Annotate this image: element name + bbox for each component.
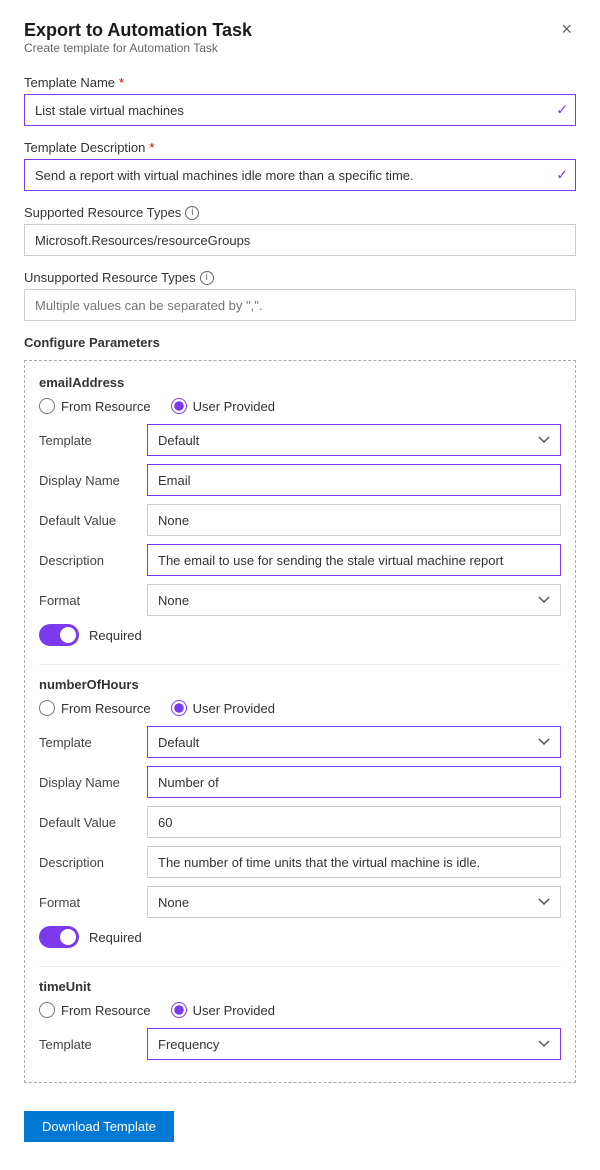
numberof-user-provided-option[interactable]: User Provided <box>171 700 275 716</box>
numberof-user-provided-label: User Provided <box>193 701 275 716</box>
email-format-label: Format <box>39 593 139 608</box>
numberof-display-name-input[interactable] <box>147 766 561 798</box>
info-icon-supported[interactable]: i <box>185 206 199 220</box>
dialog-title: Export to Automation Task <box>24 20 252 41</box>
email-description-input[interactable] <box>147 544 561 576</box>
template-desc-input[interactable] <box>24 159 576 191</box>
numberof-description-label: Description <box>39 855 139 870</box>
email-from-resource-label: From Resource <box>61 399 151 414</box>
numberof-user-provided-radio[interactable] <box>171 700 187 716</box>
email-default-value-input[interactable] <box>147 504 561 536</box>
unsupported-types-label: Unsupported Resource Types i <box>24 270 576 285</box>
unsupported-types-input[interactable] <box>24 289 576 321</box>
numberof-description-input[interactable] <box>147 846 561 878</box>
numberof-from-resource-option[interactable]: From Resource <box>39 700 151 716</box>
numberof-from-resource-radio[interactable] <box>39 700 55 716</box>
email-description-label: Description <box>39 553 139 568</box>
numberof-default-value-label: Default Value <box>39 815 139 830</box>
numberof-toggle-slider <box>39 926 79 948</box>
template-desc-label: Template Description * <box>24 140 576 155</box>
email-template-select[interactable]: Default <box>147 424 561 456</box>
numberof-default-value-input[interactable] <box>147 806 561 838</box>
template-name-label: Template Name * <box>24 75 576 90</box>
email-required-toggle[interactable] <box>39 624 79 646</box>
close-button[interactable]: × <box>557 20 576 38</box>
param-timeunit-name: timeUnit <box>39 979 561 994</box>
email-from-resource-radio[interactable] <box>39 398 55 414</box>
numberof-template-label: Template <box>39 735 139 750</box>
info-icon-unsupported[interactable]: i <box>200 271 214 285</box>
template-name-input[interactable] <box>24 94 576 126</box>
timeunit-from-resource-option[interactable]: From Resource <box>39 1002 151 1018</box>
numberof-required-label: Required <box>89 930 142 945</box>
email-required-label: Required <box>89 628 142 643</box>
timeunit-from-resource-label: From Resource <box>61 1003 151 1018</box>
supported-types-label: Supported Resource Types i <box>24 205 576 220</box>
numberof-template-select[interactable]: Default <box>147 726 561 758</box>
supported-types-input[interactable] <box>24 224 576 256</box>
download-template-button[interactable]: Download Template <box>24 1111 174 1142</box>
param-email-name: emailAddress <box>39 375 561 390</box>
numberof-from-resource-label: From Resource <box>61 701 151 716</box>
required-star: * <box>119 75 124 90</box>
timeunit-template-label: Template <box>39 1037 139 1052</box>
email-default-value-label: Default Value <box>39 513 139 528</box>
timeunit-template-select[interactable]: Frequency <box>147 1028 561 1060</box>
required-star-desc: * <box>149 140 154 155</box>
param-numberof-name: numberOfHours <box>39 677 561 692</box>
email-user-provided-option[interactable]: User Provided <box>171 398 275 414</box>
email-display-name-label: Display Name <box>39 473 139 488</box>
timeunit-user-provided-option[interactable]: User Provided <box>171 1002 275 1018</box>
numberof-format-select[interactable]: None <box>147 886 561 918</box>
numberof-required-toggle[interactable] <box>39 926 79 948</box>
email-template-label: Template <box>39 433 139 448</box>
timeunit-user-provided-radio[interactable] <box>171 1002 187 1018</box>
numberof-format-label: Format <box>39 895 139 910</box>
email-from-resource-option[interactable]: From Resource <box>39 398 151 414</box>
dialog-subtitle: Create template for Automation Task <box>24 41 252 55</box>
email-display-name-input[interactable] <box>147 464 561 496</box>
email-user-provided-radio[interactable] <box>171 398 187 414</box>
configure-params-label: Configure Parameters <box>24 335 576 350</box>
email-format-select[interactable]: None <box>147 584 561 616</box>
numberof-display-name-label: Display Name <box>39 775 139 790</box>
email-toggle-slider <box>39 624 79 646</box>
check-icon: ✓ <box>556 102 568 119</box>
check-icon-desc: ✓ <box>556 167 568 184</box>
timeunit-from-resource-radio[interactable] <box>39 1002 55 1018</box>
timeunit-user-provided-label: User Provided <box>193 1003 275 1018</box>
email-user-provided-label: User Provided <box>193 399 275 414</box>
